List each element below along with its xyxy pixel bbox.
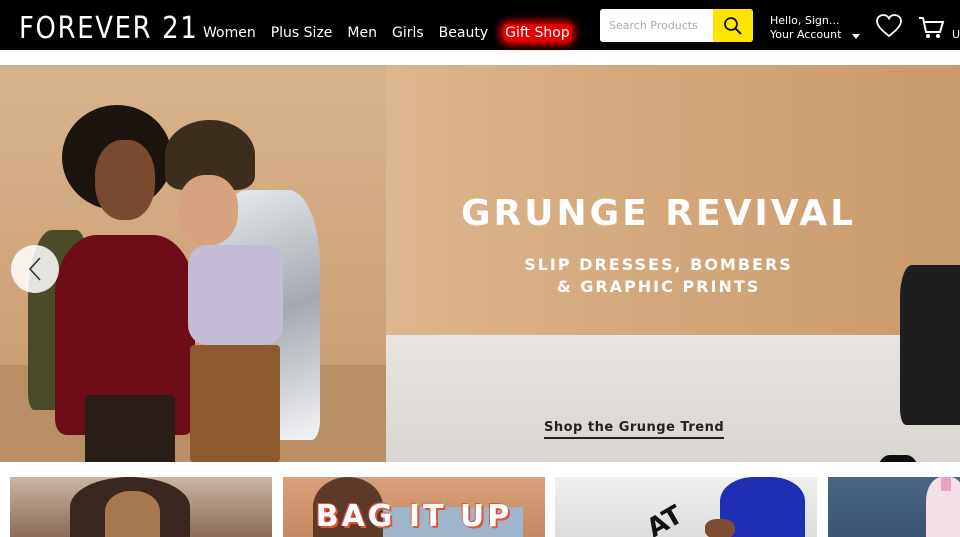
nav-item-gift-shop[interactable]: Gift Shop — [503, 24, 572, 42]
search-box — [600, 9, 753, 42]
cart-label[interactable]: U — [952, 28, 960, 41]
chevron-left-icon — [28, 257, 41, 281]
nav-item-women[interactable]: Women — [203, 24, 256, 42]
model-leopard-pants — [190, 345, 280, 462]
model-legs — [85, 395, 175, 462]
hero-subtitle-line2: & GRAPHIC PRINTS — [556, 277, 761, 296]
model-boot — [878, 455, 918, 462]
model-sweater — [188, 245, 283, 345]
heart-icon[interactable] — [876, 14, 902, 38]
hero-title: GRUNGE REVIVAL — [460, 193, 857, 234]
search-icon — [724, 16, 742, 35]
account-greeting: Hello, Sign... — [770, 14, 840, 27]
promo-tile-title: BAG IT UP — [315, 499, 513, 534]
nav-item-men[interactable]: Men — [347, 24, 377, 42]
hero-banner[interactable]: GRUNGE REVIVAL SLIP DRESSES, BOMBERS & G… — [0, 65, 960, 462]
account-menu[interactable]: Hello, Sign... Your Account — [770, 14, 860, 42]
hero-subtitle: SLIP DRESSES, BOMBERS & GRAPHIC PRINTS — [386, 254, 931, 298]
hero-marble-floor — [386, 335, 960, 462]
tile-unicorn-horn — [941, 477, 951, 491]
promo-tile-bags[interactable]: BAG IT UP — [283, 477, 545, 537]
top-navigation-bar: FOREVER 21 Women Plus Size Men Girls Bea… — [0, 0, 960, 50]
promo-tile-pajamas[interactable] — [828, 477, 960, 537]
model-face-2 — [178, 175, 238, 245]
carousel-prev-button[interactable] — [11, 245, 59, 293]
account-label: Your Account — [770, 28, 842, 41]
promo-tile-beauty[interactable] — [10, 477, 272, 537]
shop-grunge-link[interactable]: Shop the Grunge Trend — [544, 419, 725, 439]
tile-hand — [705, 519, 735, 537]
hero-subtitle-line1: SLIP DRESSES, BOMBERS — [524, 255, 793, 274]
nav-item-plus-size[interactable]: Plus Size — [271, 24, 333, 42]
promo-tile-hats[interactable]: AT — [555, 477, 817, 537]
nav-item-beauty[interactable]: Beauty — [439, 24, 488, 42]
search-button[interactable] — [713, 9, 753, 42]
promo-tile-text: AT — [641, 500, 688, 537]
caret-down-icon — [852, 34, 860, 39]
nav-item-girls[interactable]: Girls — [392, 24, 424, 42]
main-nav: Women Plus Size Men Girls Beauty Gift Sh… — [203, 24, 587, 42]
model-face — [95, 140, 155, 220]
tile-model-face — [105, 491, 160, 537]
cart-icon[interactable] — [918, 16, 946, 40]
forever21-logo[interactable]: FOREVER 21 — [19, 12, 198, 46]
search-input[interactable] — [600, 9, 713, 42]
promo-tiles: BAG IT UP AT — [0, 477, 960, 537]
